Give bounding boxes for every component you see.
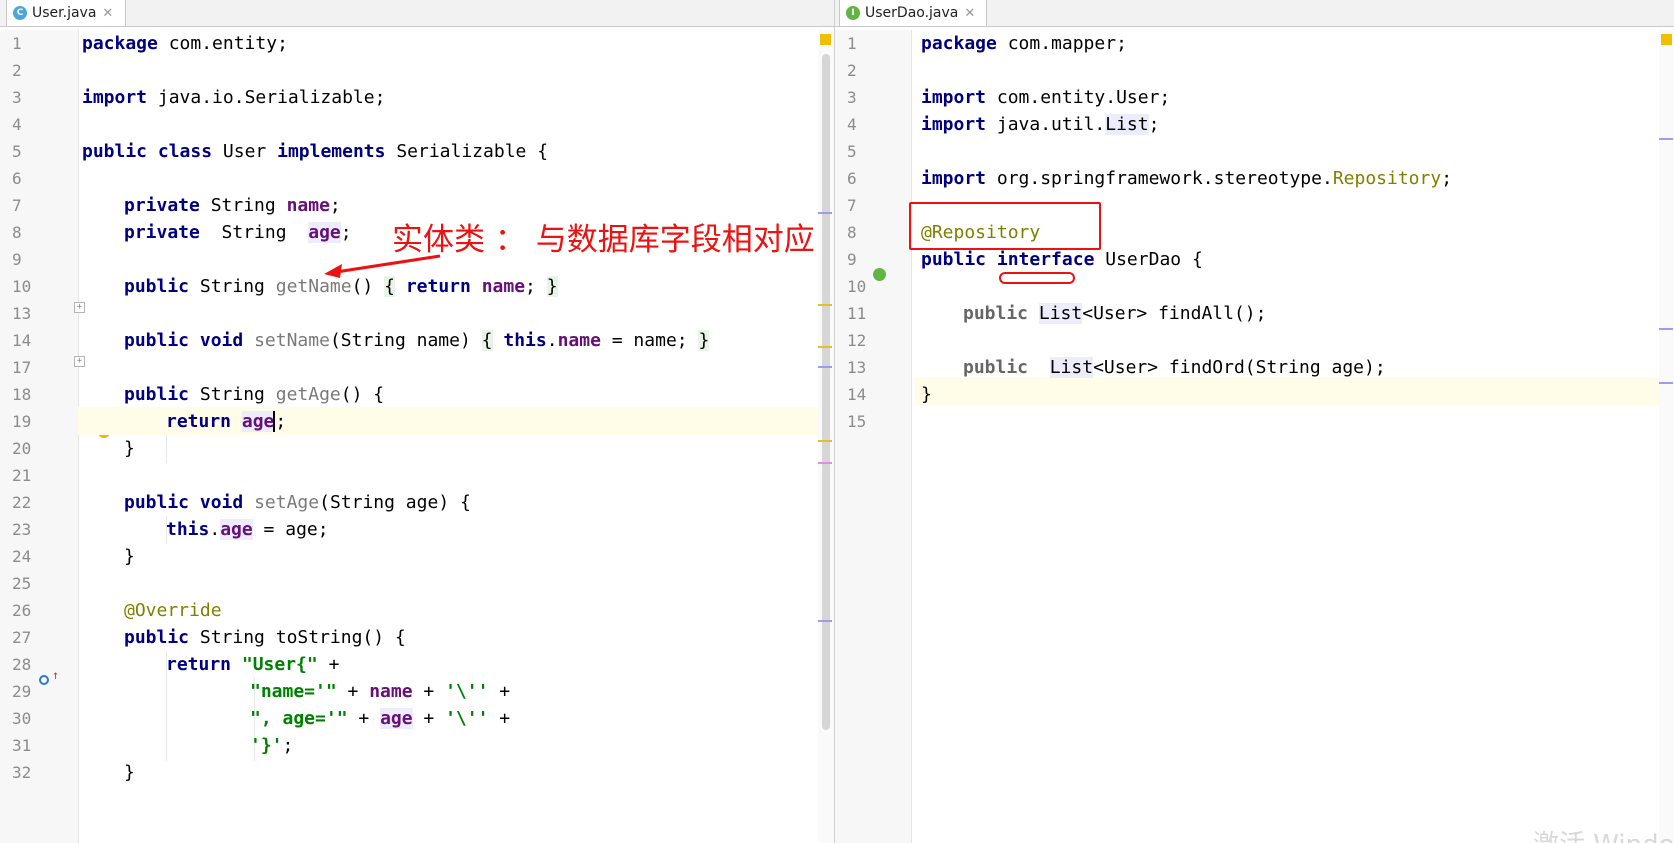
code-line: import com.entity.User; — [921, 87, 1171, 108]
line-number: 17 — [12, 358, 32, 377]
line-number: 7 — [847, 196, 857, 215]
line-number: 9 — [847, 250, 857, 269]
line-number: 2 — [847, 61, 857, 80]
code-line: public void setAge(String age) { — [124, 492, 471, 513]
code-line: @Override — [124, 600, 222, 621]
tab-label: User.java — [32, 5, 97, 21]
implementation-marker-icon[interactable] — [873, 268, 886, 281]
code-line: return age; — [166, 411, 287, 432]
code-line: import org.springframework.stereotype.Re… — [921, 168, 1453, 189]
error-stripe[interactable] — [818, 30, 834, 843]
line-number: 1 — [12, 34, 22, 53]
inspection-status-icon[interactable] — [820, 34, 831, 45]
code-line: public class User implements Serializabl… — [82, 141, 549, 162]
tab-user-java[interactable]: C User.java ✕ — [6, 0, 126, 26]
line-number: 5 — [12, 142, 22, 161]
code-line: } — [921, 384, 932, 405]
line-number: 3 — [12, 88, 22, 107]
line-number: 13 — [847, 358, 867, 377]
code-line: public String getAge() { — [124, 384, 385, 405]
line-number: 13 — [12, 304, 32, 323]
code-line: public List<User> findOrd(String age); — [963, 357, 1386, 378]
line-number: 22 — [12, 493, 32, 512]
line-number: 8 — [847, 223, 857, 242]
code-line: package com.entity; — [82, 33, 288, 54]
line-number: 4 — [12, 115, 22, 134]
code-line: "name='" + name + '\'' + — [250, 681, 511, 702]
override-marker-icon[interactable] — [39, 675, 49, 685]
annotation-text: 实体类 ： 与数据库字段相对应 — [392, 222, 815, 258]
line-number: 3 — [847, 88, 857, 107]
line-number: 19 — [12, 412, 32, 431]
line-number: 1 — [847, 34, 857, 53]
line-number: 28 — [12, 655, 32, 674]
line-number: 14 — [12, 331, 32, 350]
line-number: 8 — [12, 223, 22, 242]
left-tab-bar: C User.java ✕ — [0, 0, 834, 27]
line-number: 24 — [12, 547, 32, 566]
line-number: 2 — [12, 61, 22, 80]
line-number: 6 — [12, 169, 22, 188]
code-line: } — [124, 438, 135, 459]
line-number: 31 — [12, 736, 32, 755]
code-line: '}'; — [250, 735, 294, 756]
line-number: 9 — [12, 250, 22, 269]
red-underline — [999, 272, 1075, 284]
code-line: return "User{" + — [166, 654, 340, 675]
close-tab-icon[interactable]: ✕ — [102, 6, 113, 21]
code-line: public List<User> findAll(); — [963, 303, 1267, 324]
code-line: package com.mapper; — [921, 33, 1127, 54]
override-arrow-icon: ↑ — [52, 668, 60, 682]
scrollbar-thumb[interactable] — [822, 54, 830, 730]
code-line: import java.io.Serializable; — [82, 87, 386, 108]
code-line: this.age = age; — [166, 519, 329, 540]
code-line: } — [124, 762, 135, 783]
red-highlight-box — [909, 202, 1101, 250]
code-line: public String toString() { — [124, 627, 406, 648]
line-number: 18 — [12, 385, 32, 404]
line-number: 11 — [847, 304, 867, 323]
interface-file-icon: I — [846, 6, 860, 20]
code-line: import java.util.List; — [921, 114, 1160, 135]
tab-label: UserDao.java — [865, 5, 959, 21]
right-tab-bar: I UserDao.java ✕ — [835, 0, 1674, 27]
right-code-area[interactable]: package com.mapper; import com.entity.Us… — [909, 30, 1669, 843]
close-tab-icon[interactable]: ✕ — [964, 6, 975, 21]
line-number: 10 — [847, 277, 867, 296]
line-number: 7 — [12, 196, 22, 215]
code-line: ", age='" + age + '\'' + — [250, 708, 511, 729]
left-editor-pane: C User.java ✕ 1 2 3 4 5 6 7 8 9 10 13 14 17 18 19 20 21 2… — [0, 0, 834, 843]
line-number: 21 — [12, 466, 32, 485]
tab-userdao-java[interactable]: I UserDao.java ✕ — [839, 0, 987, 26]
line-number: 26 — [12, 601, 32, 620]
line-number: 20 — [12, 439, 32, 458]
code-line: public void setName(String name) { this.… — [124, 330, 710, 351]
line-number: 27 — [12, 628, 32, 647]
line-number: 30 — [12, 709, 32, 728]
line-number: 15 — [847, 412, 867, 431]
line-number: 12 — [847, 331, 867, 350]
line-number: 6 — [847, 169, 857, 188]
right-gutter: 1 2 3 4 5 6 7 8 9 10 11 12 13 14 15 — [835, 30, 912, 843]
code-line: public interface UserDao { — [921, 249, 1203, 270]
line-number: 4 — [847, 115, 857, 134]
left-code-area[interactable]: package com.entity; import java.io.Seria… — [78, 30, 818, 843]
line-number: 23 — [12, 520, 32, 539]
line-number: 10 — [12, 277, 32, 296]
line-number: 32 — [12, 763, 32, 782]
windows-activation-watermark: 激活 Windows — [1533, 824, 1674, 843]
red-arrow-icon — [324, 254, 441, 278]
error-stripe[interactable] — [1659, 30, 1674, 843]
line-number: 5 — [847, 142, 857, 161]
class-file-icon: C — [13, 6, 27, 20]
inspection-status-icon[interactable] — [1661, 34, 1672, 45]
code-line: } — [124, 546, 135, 567]
left-gutter: 1 2 3 4 5 6 7 8 9 10 13 14 17 18 19 20 21 22 23 24 25 26 27 28 2… — [0, 30, 110, 843]
line-number: 25 — [12, 574, 32, 593]
right-editor-pane: I UserDao.java ✕ 1 2 3 4 5 6 7 8 9 10 11 12 13 14 15 p… — [834, 0, 1674, 843]
line-number: 29 — [12, 682, 32, 701]
code-line: public String getName() { return name; } — [124, 276, 558, 297]
line-number: 14 — [847, 385, 867, 404]
